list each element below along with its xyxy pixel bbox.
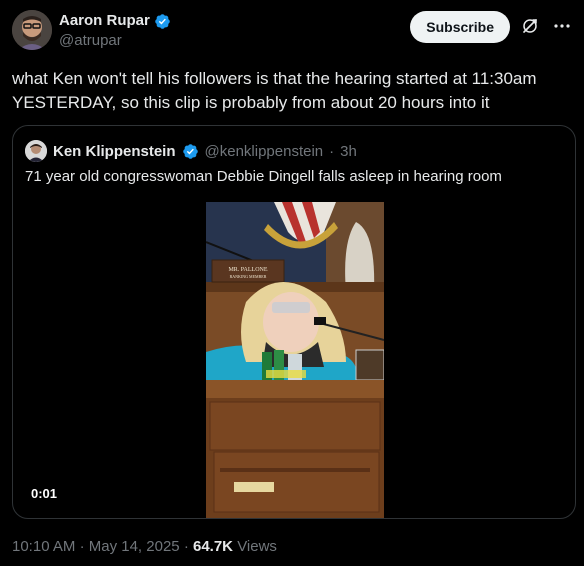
tweet-time[interactable]: 10:10 AM <box>12 538 75 555</box>
quoted-tweet-header: Ken Klippenstein @kenklippenstein · 3h <box>25 139 357 163</box>
video-player[interactable]: MR. PALLONE RANKING MEMBER <box>206 202 384 518</box>
quoted-time[interactable]: 3h <box>340 143 357 160</box>
quoted-author-display-name: Ken Klippenstein <box>53 142 176 160</box>
author-names: Aaron Rupar @atrupar <box>59 12 171 51</box>
views-label: Views <box>237 538 277 555</box>
placard-line2: RANKING MEMBER <box>230 274 267 279</box>
author-display-name-row[interactable]: Aaron Rupar <box>59 12 171 30</box>
verified-badge-icon <box>182 143 198 159</box>
author-avatar[interactable] <box>12 10 52 50</box>
meta-separator: · <box>183 538 189 555</box>
video-duration: 0:01 <box>31 486 58 501</box>
quoted-tweet-text: 71 year old congresswoman Debbie Dingell… <box>25 168 502 185</box>
meta-separator: · <box>79 538 85 555</box>
quoted-separator: · <box>329 142 335 160</box>
author-handle[interactable]: @atrupar <box>59 31 171 51</box>
video-frame: MR. PALLONE RANKING MEMBER <box>206 202 384 518</box>
subscribe-button[interactable]: Subscribe <box>410 11 510 43</box>
verified-badge-icon <box>155 13 170 29</box>
quoted-tweet[interactable]: Ken Klippenstein @kenklippenstein · 3h 7… <box>12 125 576 519</box>
tweet-text: what Ken won't tell his followers is tha… <box>12 69 537 112</box>
tweet-date[interactable]: May 14, 2025 <box>89 538 180 555</box>
views-count[interactable]: 64.7K <box>193 538 233 555</box>
tweet-meta: 10:10 AM · May 14, 2025 · 64.7K Views <box>12 538 277 555</box>
quoted-author-handle: @kenklippenstein <box>204 142 324 160</box>
more-icon[interactable] <box>552 16 572 36</box>
tweet-header: Aaron Rupar @atrupar Subscribe <box>12 10 572 54</box>
grok-icon[interactable] <box>521 17 539 35</box>
placard-line1: MR. PALLONE <box>228 267 267 273</box>
author-display-name[interactable]: Aaron Rupar <box>59 12 150 30</box>
quoted-author-avatar <box>25 140 47 162</box>
